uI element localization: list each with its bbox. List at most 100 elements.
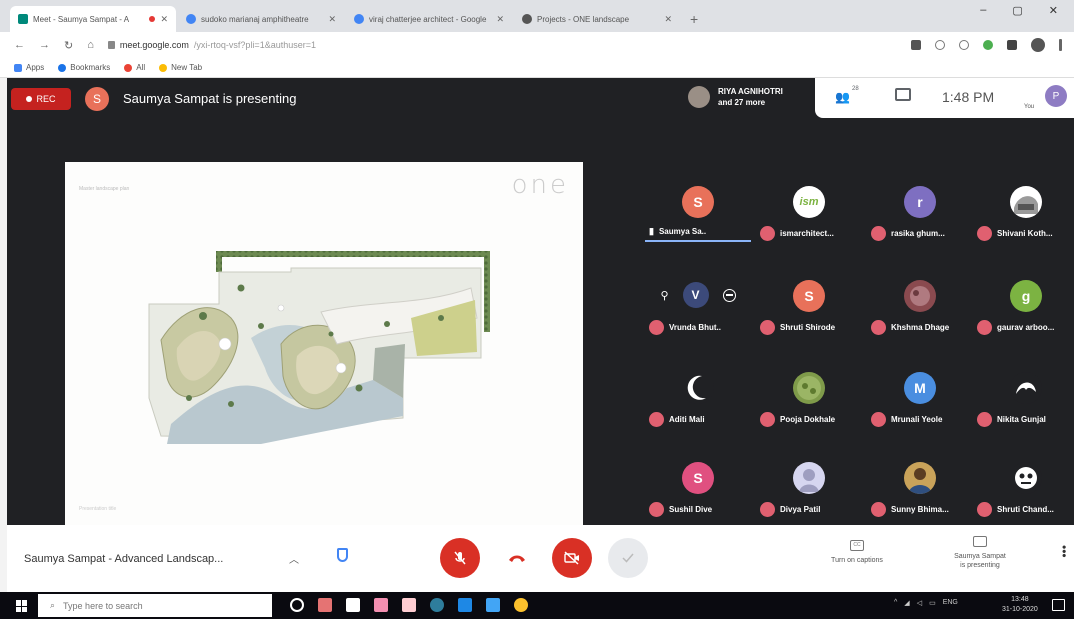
participant-name: rasika ghum... (891, 229, 945, 238)
participant-name: Khshma Dhage (891, 323, 950, 332)
participant-tile[interactable]: Nikita Gunjal (973, 366, 1074, 436)
checkmark-icon (622, 553, 634, 563)
taskbar-search-box[interactable]: ⌕ Type here to search (38, 594, 272, 617)
participant-tile[interactable]: Khshma Dhage (867, 274, 973, 344)
more-options-icon[interactable]: ••• (1057, 545, 1071, 558)
edge-icon[interactable] (430, 598, 444, 612)
participant-tile[interactable]: Shruti Chand... (973, 456, 1074, 526)
turn-on-captions-button[interactable]: Turn on captions (807, 557, 907, 564)
minimize-button[interactable]: – (980, 4, 986, 17)
self-avatar[interactable]: P (1045, 85, 1067, 107)
chevron-up-icon[interactable]: ^ (894, 599, 897, 607)
file-icon[interactable] (318, 598, 332, 612)
close-tab-icon[interactable]: ✕ (496, 14, 504, 25)
presenting-banner: Saumya Sampat is presenting (123, 91, 297, 106)
reload-icon[interactable]: ↻ (64, 39, 73, 52)
network-icon[interactable]: ◢ (904, 599, 909, 607)
remove-participant-icon[interactable] (722, 288, 736, 302)
puzzle-icon[interactable] (1007, 40, 1017, 50)
forward-arrow-icon[interactable]: → (39, 39, 50, 51)
new-tab-button[interactable]: + (682, 11, 706, 32)
star-icon (58, 63, 67, 72)
avatar: ism (793, 186, 825, 218)
close-tab-icon[interactable]: ✕ (328, 14, 336, 25)
menu-dots-icon[interactable] (1059, 39, 1062, 51)
bookmark-bookmarks[interactable]: Bookmarks (58, 63, 110, 72)
captions-icon[interactable]: CC (850, 540, 864, 551)
url-field[interactable]: meet.google.com/yxi-rtoq-vsf?pli=1&authu… (107, 40, 316, 50)
leave-call-button[interactable] (497, 538, 537, 578)
participant-tile[interactable]: Pooja Dokhale (756, 366, 862, 436)
people-icon[interactable]: 👥 (835, 90, 850, 104)
extension-icon[interactable] (983, 40, 993, 50)
participant-tile[interactable]: r rasika ghum... (867, 180, 973, 250)
participant-tile[interactable]: S Sushil Dive (645, 456, 751, 526)
windows-start-icon[interactable] (16, 600, 28, 612)
participant-tile[interactable]: Sunny Bhima... (867, 456, 973, 526)
cortana-icon[interactable] (290, 598, 304, 612)
star-icon[interactable] (959, 40, 969, 50)
participant-tile[interactable]: ism ismarchitect... (756, 180, 862, 250)
pin-icon[interactable]: ⚲ (660, 289, 668, 302)
chrome-icon[interactable] (514, 598, 528, 612)
app-icon[interactable] (402, 598, 416, 612)
participant-tile[interactable]: M Mrunali Yeole (867, 366, 973, 436)
notification-icon[interactable] (1052, 599, 1065, 611)
participant-tile[interactable]: Shivani Koth... (973, 180, 1074, 250)
maximize-button[interactable]: ▢ (1012, 4, 1022, 17)
participant-tile[interactable]: Aditi Mali (645, 366, 751, 436)
browser-tab-2[interactable]: sudoko marianaj amphitheatre ✕ (178, 6, 344, 32)
close-tab-icon[interactable]: ✕ (664, 14, 672, 25)
bookmark-apps[interactable]: Apps (14, 63, 44, 72)
avatar (1010, 186, 1042, 218)
google-favicon-icon (354, 14, 364, 24)
speaking-icon: ▮ (649, 226, 654, 236)
browser-tab-3[interactable]: viraj chatterjee architect - Google ✕ (346, 6, 512, 32)
participant-tile[interactable]: S Shruti Shirode (756, 274, 862, 344)
app-icon[interactable] (486, 598, 500, 612)
chevron-up-icon[interactable]: ︿ (289, 551, 299, 566)
zoom-icon[interactable] (935, 40, 945, 50)
participant-tile[interactable]: g gaurav arboo... (973, 274, 1074, 344)
avatar (904, 462, 936, 494)
participant-name: Shruti Shirode (780, 323, 836, 332)
meeting-details-button[interactable]: Saumya Sampat - Advanced Landscap... (24, 553, 223, 565)
close-window-button[interactable]: ✕ (1049, 4, 1058, 17)
presenting-status-button[interactable]: Saumya Sampat is presenting (927, 552, 1033, 570)
home-icon[interactable]: ⌂ (87, 39, 94, 51)
participants-summary[interactable]: RIYA AGNIHOTRI and 27 more (688, 86, 783, 108)
shield-icon[interactable] (337, 548, 348, 562)
browser-tab-meet[interactable]: Meet - Saumya Sampat - A ✕ (10, 6, 176, 32)
bookmark-new-tab[interactable]: New Tab (159, 63, 202, 72)
participant-name: RIYA AGNIHOTRI (718, 87, 783, 96)
participant-name: gaurav arboo... (997, 323, 1055, 332)
participant-tile[interactable]: Divya Patil (756, 456, 862, 526)
close-tab-icon[interactable]: ✕ (160, 14, 168, 25)
bookmark-all[interactable]: All (124, 63, 145, 72)
participant-tile[interactable]: S ▮ Saumya Sa.. (645, 180, 751, 250)
active-speaker-indicator (645, 240, 751, 242)
camera-icon[interactable] (911, 40, 921, 50)
taskbar-clock[interactable]: 13:48 31-10-2020 (1002, 595, 1038, 615)
language-indicator[interactable]: ENG (943, 599, 958, 607)
present-screen-icon[interactable] (973, 536, 987, 547)
meet-favicon-icon (18, 14, 28, 24)
browser-tab-4[interactable]: Projects - ONE landscape ✕ (514, 6, 680, 32)
profile-icon[interactable] (1031, 38, 1045, 52)
raise-hand-button[interactable] (608, 538, 648, 578)
back-arrow-icon[interactable]: ← (14, 39, 25, 51)
avatar (793, 372, 825, 404)
camera-toggle-button[interactable] (552, 538, 592, 578)
window-controls: – ▢ ✕ (980, 4, 1074, 17)
battery-icon[interactable]: ▭ (929, 599, 936, 607)
app-icon[interactable] (346, 598, 360, 612)
mic-off-icon (454, 551, 466, 565)
volume-icon[interactable]: ◁ (917, 599, 922, 607)
participant-tile[interactable]: ⚲ V Vrunda Bhut.. (645, 274, 751, 344)
tab-title: Meet - Saumya Sampat - A (33, 14, 130, 24)
app-icon[interactable] (458, 598, 472, 612)
app-icon[interactable] (374, 598, 388, 612)
chat-icon[interactable] (895, 88, 911, 101)
mic-toggle-button[interactable] (440, 538, 480, 578)
mic-off-icon (871, 502, 886, 517)
